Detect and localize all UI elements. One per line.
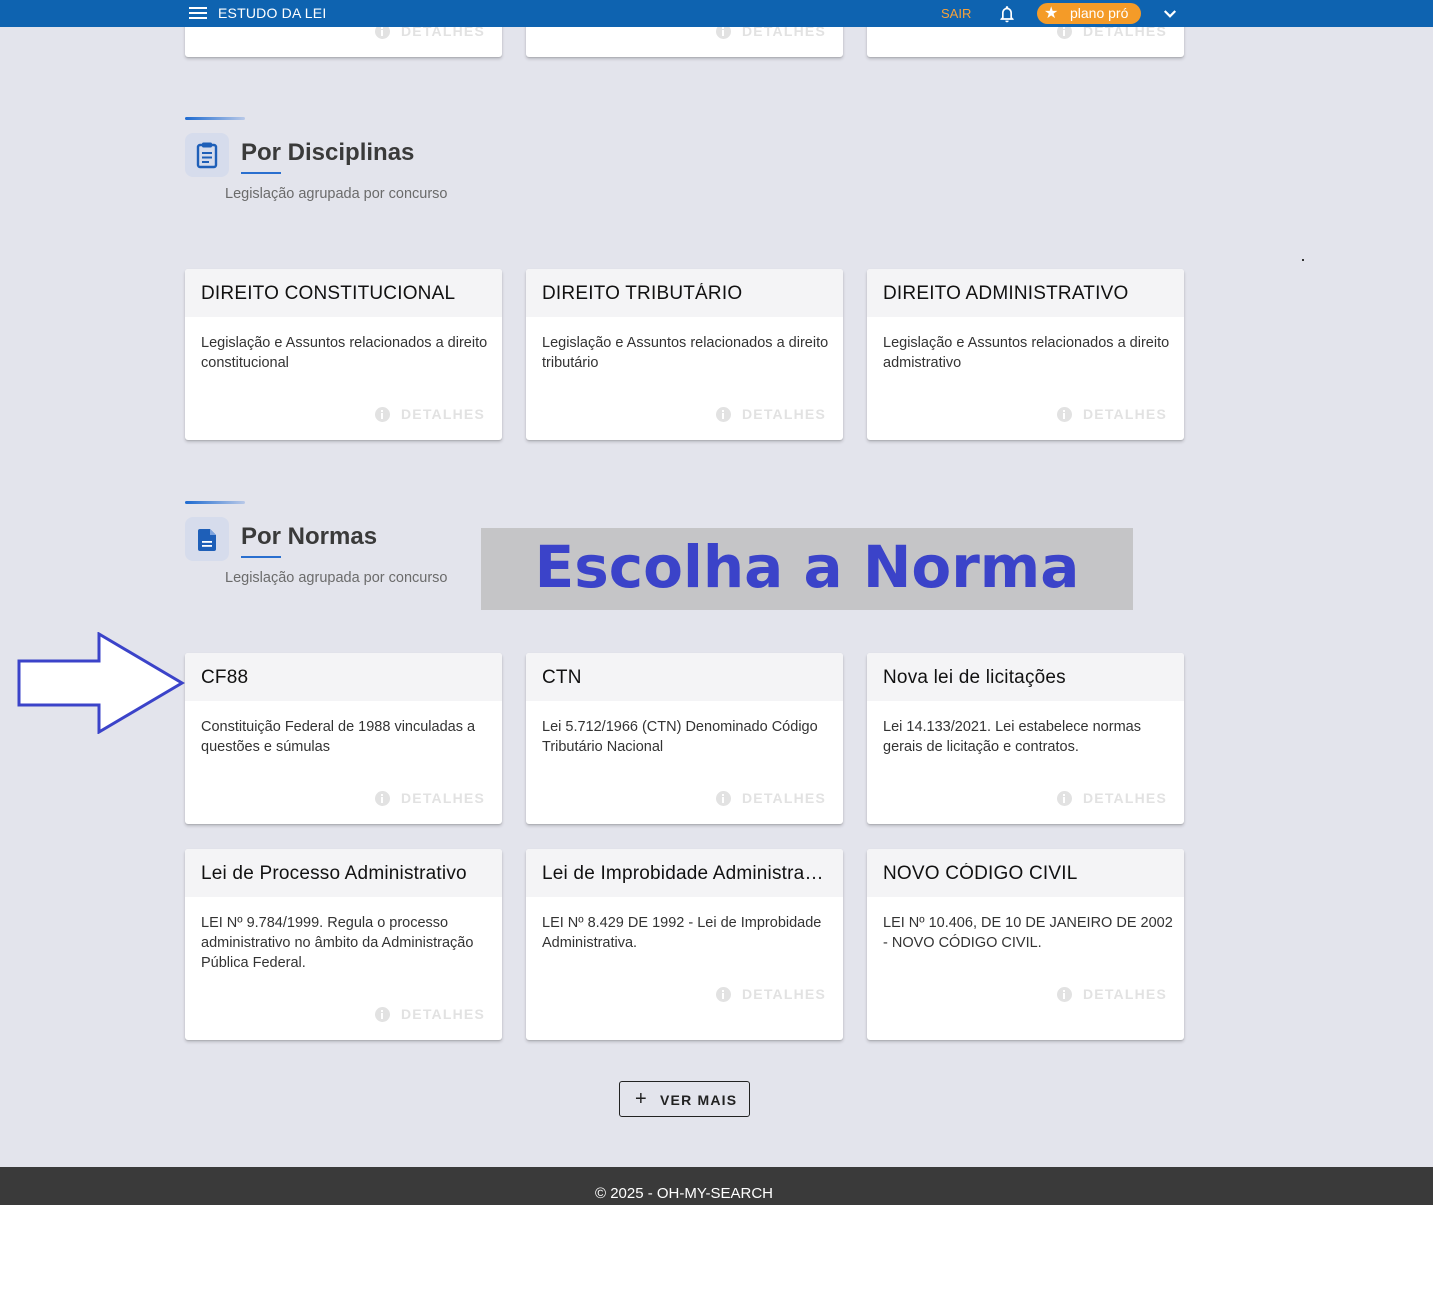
details-button[interactable]: DETALHES: [374, 790, 485, 806]
top-app-bar: ESTUDO DA LEI SAIR ★ plano pró: [0, 0, 1433, 27]
section-title-underline: [241, 556, 281, 558]
card-description: Lei 14.133/2021. Lei estabelece normas g…: [883, 719, 1141, 755]
card-description: Legislação e Assuntos relacionados a dir…: [201, 335, 488, 371]
discipline-card[interactable]: DIREITO CONSTITUCIONAL Legislação e Assu…: [185, 269, 502, 440]
stray-dot: [1302, 259, 1304, 261]
discipline-card[interactable]: DIREITO ADMINISTRATIVO Legislação e Assu…: [867, 269, 1184, 440]
norm-card-licitacoes[interactable]: Nova lei de licitações Lei 14.133/2021. …: [867, 653, 1184, 824]
card-title: CTN: [542, 667, 582, 688]
info-icon: [374, 1006, 390, 1022]
norm-card-improbidade[interactable]: Lei de Improbidade Administrativa LEI Nº…: [526, 849, 843, 1040]
info-icon: [715, 790, 731, 806]
star-icon: ★: [1044, 5, 1059, 22]
info-icon: [715, 986, 731, 1002]
section-accent-line: [185, 117, 245, 120]
annotation-banner: Escolha a Norma: [481, 528, 1133, 610]
logout-button[interactable]: SAIR: [941, 6, 971, 21]
section-accent-line: [185, 501, 245, 504]
plus-icon: +: [635, 1088, 647, 1110]
card-description: LEI Nº 9.784/1999. Regula o processo adm…: [201, 915, 474, 971]
info-icon: [715, 406, 731, 422]
clipboard-icon: [185, 133, 229, 177]
card-title: NOVO CÓDIGO CIVIL: [883, 863, 1078, 884]
card-description: Legislação e Assuntos relacionados a dir…: [883, 335, 1170, 371]
norm-card-processo-administrativo[interactable]: Lei de Processo Administrativo LEI Nº 9.…: [185, 849, 502, 1040]
chevron-down-icon[interactable]: [1161, 5, 1179, 23]
card-title: DIREITO CONSTITUCIONAL: [201, 283, 456, 304]
info-icon: [1056, 790, 1072, 806]
bell-icon[interactable]: [997, 4, 1017, 24]
document-icon: [185, 517, 229, 561]
card-title: CF88: [201, 667, 249, 688]
card-description: Lei 5.712/1966 (CTN) Denominado Código T…: [542, 719, 818, 755]
section-subtitle-normas: Legislação agrupada por concurso: [225, 570, 448, 586]
footer: © 2025 - OH-MY-SEARCH: [0, 1167, 1433, 1205]
details-button[interactable]: DETALHES: [715, 986, 826, 1002]
details-button[interactable]: DETALHES: [715, 790, 826, 806]
card-title: Lei de Improbidade Administrativa: [542, 863, 827, 884]
details-button[interactable]: DETALHES: [1056, 790, 1167, 806]
card-description: Legislação e Assuntos relacionados a dir…: [542, 335, 829, 371]
menu-icon[interactable]: [187, 5, 209, 22]
info-icon: [374, 406, 390, 422]
norm-card-codigo-civil[interactable]: NOVO CÓDIGO CIVIL LEI Nº 10.406, DE 10 D…: [867, 849, 1184, 1040]
see-more-label: VER MAIS: [660, 1092, 738, 1108]
details-button[interactable]: DETALHES: [1056, 986, 1167, 1002]
details-button[interactable]: DETALHES: [374, 406, 485, 422]
details-button[interactable]: DETALHES: [1056, 406, 1167, 422]
annotation-text: Escolha a Norma: [534, 533, 1080, 601]
arrow-right-icon: [17, 631, 185, 735]
details-button[interactable]: DETALHES: [374, 1006, 485, 1022]
plan-label: plano pró: [1070, 5, 1129, 21]
card-description: LEI Nº 10.406, DE 10 DE JANEIRO DE 2002 …: [883, 915, 1173, 951]
section-title-normas: Por Normas: [241, 523, 378, 550]
section-title-disciplinas: Por Disciplinas: [241, 139, 415, 166]
details-button[interactable]: DETALHES: [715, 406, 826, 422]
card-title: Nova lei de licitações: [883, 667, 1066, 688]
norm-card-cf88[interactable]: CF88 Constituição Federal de 1988 vincul…: [185, 653, 502, 824]
footer-copyright: © 2025 - OH-MY-SEARCH: [594, 1185, 774, 1202]
card-title: Lei de Processo Administrativo: [201, 863, 467, 884]
norm-card-ctn[interactable]: CTN Lei 5.712/1966 (CTN) Denominado Códi…: [526, 653, 843, 824]
app-title: ESTUDO DA LEI: [218, 5, 327, 21]
section-subtitle-disciplinas: Legislação agrupada por concurso: [225, 186, 448, 202]
section-title-underline: [241, 172, 281, 174]
see-more-button[interactable]: + VER MAIS: [619, 1081, 750, 1117]
card-title: DIREITO ADMINISTRATIVO: [883, 283, 1129, 304]
card-description: LEI Nº 8.429 DE 1992 - Lei de Improbidad…: [542, 915, 822, 951]
card-description: Constituição Federal de 1988 vinculadas …: [201, 719, 476, 755]
plan-badge[interactable]: ★ plano pró: [1037, 3, 1141, 24]
info-icon: [374, 790, 390, 806]
info-icon: [1056, 986, 1072, 1002]
card-title: DIREITO TRIBUTÁRIO: [542, 283, 743, 304]
info-icon: [1056, 406, 1072, 422]
discipline-card[interactable]: DIREITO TRIBUTÁRIO Legislação e Assuntos…: [526, 269, 843, 440]
